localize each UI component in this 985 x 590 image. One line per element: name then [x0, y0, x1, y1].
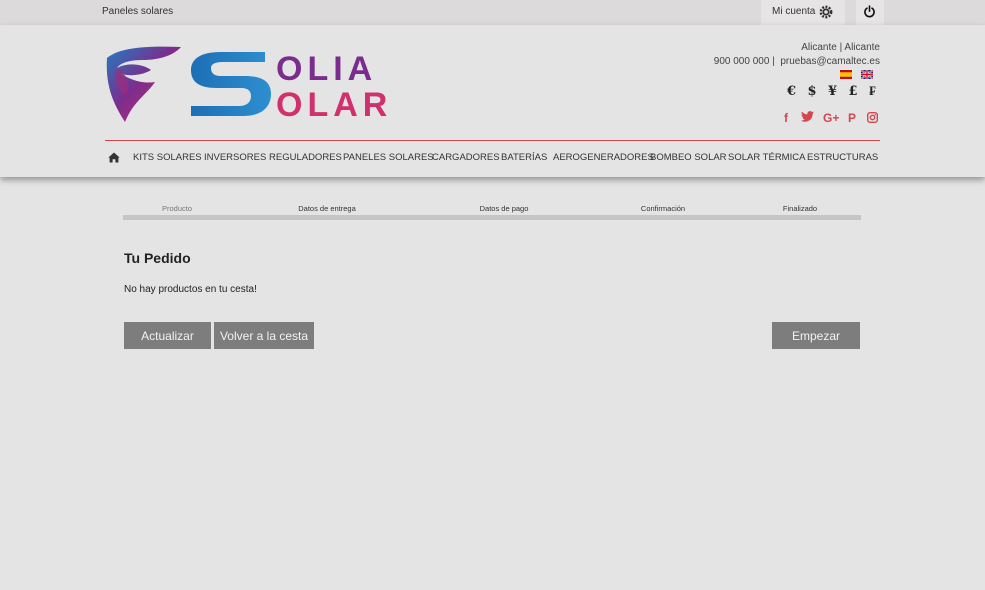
twitter-icon[interactable]: [801, 111, 814, 125]
contact-line: 900 000 000 | pruebas@camaltec.es: [714, 56, 880, 67]
nav-item-aerogeneradores[interactable]: AEROGENERADORES: [553, 152, 654, 163]
empty-cart-message: No hay productos en tu cesta!: [124, 284, 257, 295]
steps-progress-bar: [123, 215, 861, 220]
pinterest-icon[interactable]: P: [848, 111, 856, 125]
solia-solar-logo[interactable]: OLIA OLAR: [103, 44, 438, 126]
my-account-label: Mi cuenta: [772, 6, 816, 17]
header-divider: [105, 140, 880, 141]
home-icon[interactable]: [108, 152, 120, 163]
start-button[interactable]: Empezar: [772, 322, 860, 349]
currency-euro[interactable]: €: [787, 84, 808, 99]
currency-selector: € $ ¥ £ ₣: [787, 83, 890, 99]
step-confirmacion: Confirmación: [640, 204, 686, 213]
back-to-cart-button[interactable]: Volver a la cesta: [214, 322, 314, 349]
top-bar: Paneles solares Mi cuenta: [0, 0, 985, 25]
facebook-icon[interactable]: f: [784, 111, 788, 125]
nav-item-paneles-solares[interactable]: PANELES SOLARES: [343, 152, 434, 163]
nav-item-solar-termica[interactable]: SOLAR TÉRMICA: [728, 152, 805, 163]
gear-icon: [819, 5, 833, 19]
site-header: OLIA OLAR Alicante | Alicante 900 000 00…: [0, 25, 985, 177]
phone-text[interactable]: 900 000 000 |: [714, 56, 775, 67]
step-producto: Producto: [161, 204, 193, 213]
spain-flag-icon[interactable]: [840, 70, 852, 79]
logo-text-olia: OLIA: [276, 50, 377, 88]
step-datos-de-entrega: Datos de entrega: [298, 204, 356, 213]
step-datos-de-pago: Datos de pago: [479, 204, 529, 213]
currency-franc[interactable]: ₣: [869, 83, 890, 99]
location-text: Alicante | Alicante: [801, 42, 880, 53]
nav-item-cargadores[interactable]: CARGADORES: [432, 152, 500, 163]
update-button[interactable]: Actualizar: [124, 322, 211, 349]
site-label[interactable]: Paneles solares: [102, 6, 173, 17]
currency-yen[interactable]: ¥: [828, 84, 849, 99]
page-title: Tu Pedido: [124, 250, 191, 266]
step-finalizado: Finalizado: [782, 204, 818, 213]
instagram-icon[interactable]: [866, 111, 879, 126]
nav-item-bombeo-solar[interactable]: BOMBEO SOLAR: [650, 152, 727, 163]
uk-flag-icon[interactable]: [861, 70, 873, 79]
currency-dollar[interactable]: $: [808, 84, 829, 99]
checkout-steps: Producto Datos de entrega Datos de pago …: [123, 204, 861, 222]
logo-text-olar: OLAR: [276, 86, 392, 124]
nav-item-estructuras[interactable]: ESTRUCTURAS: [807, 152, 878, 163]
my-account-button[interactable]: Mi cuenta: [761, 0, 845, 25]
nav-item-inversores[interactable]: INVERSORES: [204, 152, 266, 163]
nav-item-reguladores[interactable]: REGULADORES: [269, 152, 342, 163]
logout-button[interactable]: [856, 0, 884, 25]
nav-item-kits-solares[interactable]: KITS SOLARES: [133, 152, 202, 163]
email-link[interactable]: pruebas@camaltec.es: [780, 56, 880, 67]
nav-item-baterias[interactable]: BATERÍAS: [501, 152, 547, 163]
google-plus-icon[interactable]: G+: [823, 111, 839, 125]
power-icon: [864, 5, 875, 18]
currency-pound[interactable]: £: [849, 84, 870, 99]
